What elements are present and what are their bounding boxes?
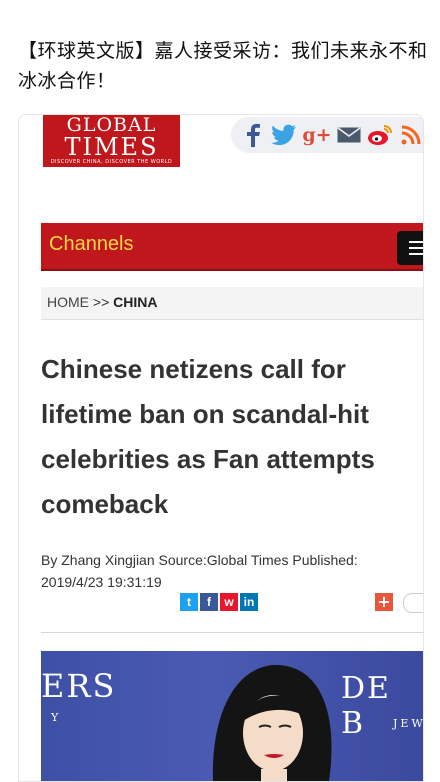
site-header: GLOBAL TIMES DISCOVER CHINA, DISCOVER TH… <box>19 115 423 175</box>
rss-icon[interactable] <box>399 121 423 149</box>
article-photo: ERS Y DE B JEW <box>41 651 423 781</box>
article-headline: Chinese netizens call for lifetime ban o… <box>41 354 375 519</box>
social-links-bar: g+ <box>231 117 423 153</box>
breadcrumb-home-link[interactable]: HOME <box>47 294 89 310</box>
google-plus-icon[interactable]: g+ <box>302 121 331 149</box>
facebook-icon[interactable] <box>241 121 265 149</box>
photo-backdrop-text-right: DE B <box>341 671 391 741</box>
logo-line-1: GLOBAL <box>66 114 157 136</box>
share-buttons: t f w in <box>180 593 258 613</box>
breadcrumb-current[interactable]: CHINA <box>113 294 157 310</box>
photo-backdrop-text-left: ERS <box>41 667 117 705</box>
breadcrumb: HOME >> CHINA <box>41 287 423 320</box>
photo-backdrop-text-left-small: Y <box>51 711 62 724</box>
share-linkedin-icon[interactable]: in <box>240 593 258 611</box>
menu-icon[interactable] <box>397 231 423 265</box>
mail-icon[interactable] <box>337 121 361 149</box>
channels-bar[interactable]: Channels <box>41 223 423 271</box>
feature-icon-row <box>19 175 423 265</box>
article-byline: By Zhang Xingjian Source:Global Times Pu… <box>41 552 358 590</box>
logo-tagline: DISCOVER CHINA, DISCOVER THE WORLD <box>50 159 173 165</box>
twitter-icon[interactable] <box>271 121 297 149</box>
screenshot-frame: GLOBAL TIMES DISCOVER CHINA, DISCOVER TH… <box>18 114 424 782</box>
post-caption: 【环球英文版】嘉人接受采访：我们未来永不和冰冰合作！ <box>18 40 428 92</box>
weibo-icon[interactable] <box>367 121 393 149</box>
person-figure <box>212 664 332 781</box>
channels-label: Channels <box>49 233 134 255</box>
content-divider <box>41 632 423 633</box>
logo-line-2: TIMES <box>64 133 159 161</box>
global-times-logo[interactable]: GLOBAL TIMES DISCOVER CHINA, DISCOVER TH… <box>43 115 180 167</box>
breadcrumb-separator: >> <box>92 294 110 310</box>
toggle-control[interactable] <box>403 593 423 613</box>
share-weibo-icon[interactable]: w <box>220 593 238 611</box>
share-twitter-icon[interactable]: t <box>180 593 198 611</box>
photo-backdrop-text-right-small: JEW <box>393 717 423 730</box>
share-facebook-icon[interactable]: f <box>200 593 218 611</box>
add-share-icon[interactable]: + <box>375 593 393 611</box>
